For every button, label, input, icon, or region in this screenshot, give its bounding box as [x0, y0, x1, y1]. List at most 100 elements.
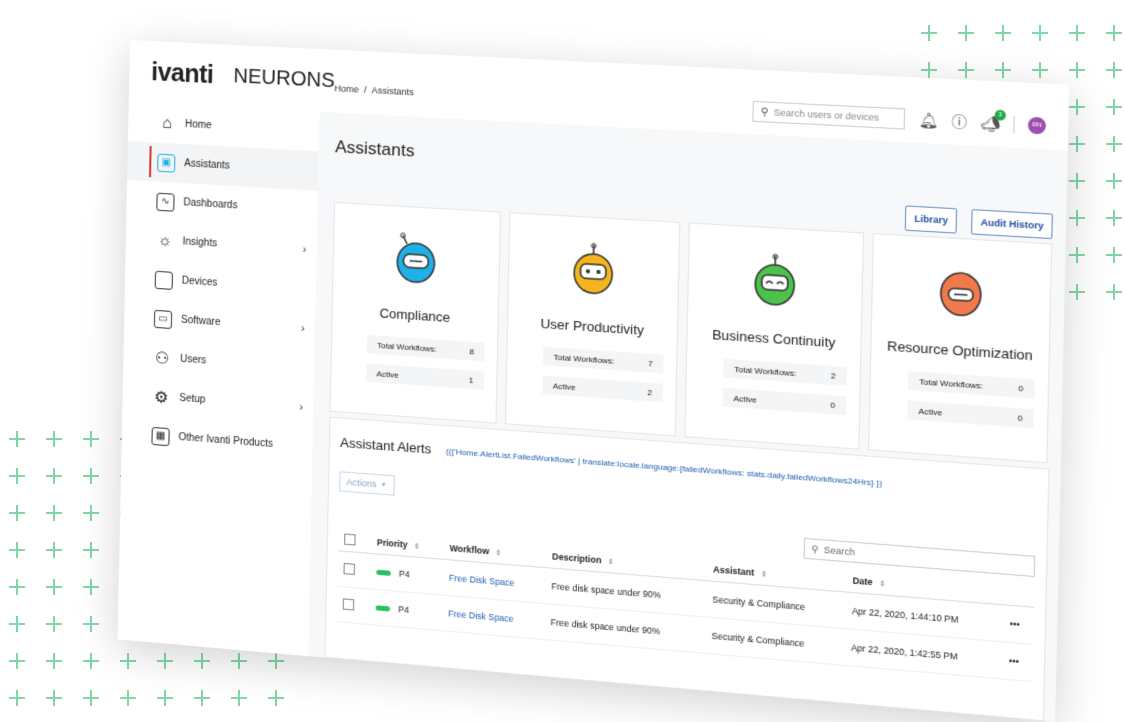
- assistant-card-resource-optimization[interactable]: Resource Optimization Total Workflows:0 …: [868, 233, 1052, 463]
- row-checkbox[interactable]: [343, 598, 354, 610]
- sidebar-item-label: Software: [181, 315, 221, 329]
- column-label: Date: [852, 575, 872, 587]
- actions-label: Actions: [346, 477, 376, 489]
- breadcrumb: Home / Assistants: [334, 83, 414, 97]
- search-icon: ⚲: [760, 106, 768, 118]
- column-label: Priority: [377, 537, 408, 550]
- stat-total-workflows: Total Workflows: 0: [908, 371, 1035, 399]
- chevron-right-icon: ›: [301, 322, 305, 334]
- breadcrumb-current: Assistants: [372, 85, 414, 97]
- header-divider: [1013, 116, 1014, 133]
- notification-badge: 3: [995, 109, 1006, 120]
- library-button[interactable]: Library: [905, 205, 957, 233]
- sidebar-item-label: Users: [180, 354, 206, 367]
- card-title: Compliance: [333, 302, 498, 328]
- home-icon: ⌂: [158, 114, 176, 133]
- sidebar: ⌂Home ▣Assistants ∿Dashboards ☼Insights›…: [118, 102, 321, 656]
- sidebar-item-label: Assistants: [184, 158, 230, 172]
- column-label: Description: [552, 551, 601, 565]
- stat-total-workflows: Total Workflows: 7: [543, 347, 664, 374]
- actions-dropdown[interactable]: Actions ▾: [339, 471, 395, 496]
- robot-icon: [935, 263, 987, 321]
- priority-value: P4: [398, 604, 409, 615]
- robot-icon: [392, 231, 441, 287]
- stat-label: Active: [376, 369, 399, 380]
- stat-value: 1: [469, 375, 474, 385]
- assistant-card-user-productivity[interactable]: User Productivity Total Workflows: 7 Acti…: [505, 212, 681, 436]
- stat-value: 8: [469, 346, 474, 356]
- megaphone-icon[interactable]: 📣︎3: [980, 114, 1000, 133]
- chevron-down-icon: ▾: [382, 481, 386, 489]
- workflow-cell: Free Disk Space: [442, 595, 545, 640]
- priority-cell: P4: [370, 553, 443, 595]
- row-more-button[interactable]: •••: [1002, 642, 1034, 682]
- row-more-button[interactable]: •••: [1003, 605, 1035, 645]
- stat-total-workflows: Total Workflows:8: [367, 335, 485, 361]
- assistant-card-compliance[interactable]: Compliance Total Workflows:8 Active 1: [330, 202, 501, 424]
- audit-history-button[interactable]: Audit History: [972, 209, 1053, 239]
- assistant-alerts-panel: Assistant Alerts (({'Home.AlertList.Fail…: [324, 417, 1049, 722]
- sidebar-item-label: Insights: [182, 236, 217, 249]
- card-title: User Productivity: [508, 314, 677, 340]
- priority-cell: P4: [369, 589, 442, 631]
- priority-indicator: [376, 570, 390, 576]
- sort-icon: ⇕: [761, 571, 767, 579]
- alerts-subtitle: (({'Home.AlertList.FailedWorkflows' | tr…: [446, 447, 882, 489]
- assistant-card-business-continuity[interactable]: Business Continuity Total Workflows: 2 Ac…: [684, 222, 864, 449]
- stat-label: Total Workflows:: [553, 352, 614, 365]
- monitor-icon: [155, 270, 173, 289]
- stat-label: Total Workflows:: [734, 364, 797, 378]
- avatar[interactable]: RN: [1028, 117, 1046, 135]
- chevron-right-icon: ›: [299, 401, 303, 413]
- help-icon[interactable]: ⓘ: [951, 111, 967, 133]
- sidebar-item-label: Setup: [179, 393, 205, 406]
- sort-icon: ⇕: [495, 550, 501, 558]
- stat-active: Active 0: [722, 388, 846, 415]
- stat-total-workflows: Total Workflows: 2: [723, 359, 847, 386]
- stat-value: 0: [1018, 413, 1023, 423]
- stat-active: Active 1: [366, 363, 484, 389]
- priority-indicator: [376, 605, 390, 611]
- stat-value: 7: [648, 358, 653, 368]
- select-all-checkbox-cell: [338, 528, 371, 553]
- stat-active: Active0: [907, 400, 1034, 428]
- brand-ivanti: ivanti: [151, 58, 214, 90]
- priority-value: P4: [399, 568, 410, 579]
- workflow-link[interactable]: Free Disk Space: [448, 608, 514, 624]
- brand-separator: [223, 62, 224, 90]
- row-checkbox-cell: [336, 586, 369, 624]
- stat-label: Active: [733, 393, 757, 404]
- table-search-placeholder: Search: [824, 545, 855, 558]
- stat-value: 0: [1018, 383, 1023, 393]
- select-all-checkbox[interactable]: [344, 533, 355, 545]
- sort-icon: ⇕: [608, 559, 614, 567]
- search-icon: ⚲: [811, 543, 818, 555]
- stat-value: 2: [647, 387, 652, 397]
- card-title: Resource Optimization: [871, 337, 1049, 364]
- column-actions: [1003, 581, 1034, 607]
- alerts-title: Assistant Alerts: [340, 435, 432, 457]
- global-search-input[interactable]: ⚲ Search users or devices: [753, 101, 906, 130]
- card-title: Business Continuity: [687, 325, 860, 352]
- row-checkbox-cell: [337, 551, 370, 589]
- stat-value: 0: [830, 400, 835, 410]
- stat-active: Active2: [542, 375, 663, 402]
- breadcrumb-separator: /: [364, 85, 367, 95]
- column-label: Assistant: [713, 564, 754, 578]
- chevron-right-icon: ›: [303, 243, 307, 255]
- breadcrumb-home[interactable]: Home: [334, 83, 359, 94]
- stat-label: Total Workflows:: [919, 376, 983, 390]
- stat-value: 2: [831, 371, 836, 381]
- bell-icon[interactable]: 🔔︎: [918, 111, 938, 130]
- workflow-link[interactable]: Free Disk Space: [449, 573, 515, 589]
- sidebar-item-label: Devices: [182, 275, 218, 288]
- sidebar-item-label: Home: [185, 119, 212, 131]
- users-icon: ⚇: [153, 348, 171, 367]
- sidebar-item-label: Other Ivanti Products: [178, 432, 273, 450]
- main-content: Assistants Library Audit History Complia…: [308, 112, 1068, 722]
- window-icon: ▭: [154, 309, 172, 328]
- row-checkbox[interactable]: [344, 562, 355, 574]
- sort-icon: ⇕: [879, 581, 886, 589]
- brand-logo[interactable]: ivanti NEURONS: [129, 56, 323, 95]
- brand-neurons: NEURONS: [233, 65, 335, 93]
